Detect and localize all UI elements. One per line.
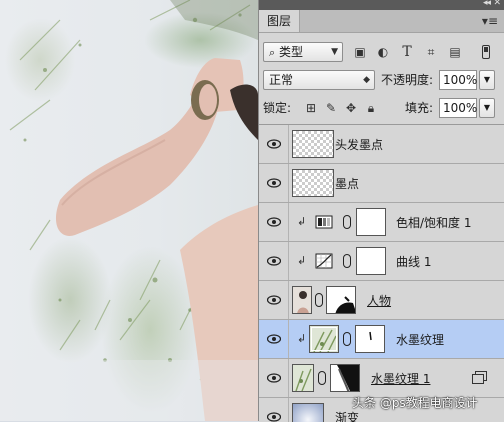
layer-row[interactable]: 人物 (259, 281, 504, 320)
panel-menu-icon[interactable]: ▾≡ (482, 14, 498, 28)
image-filter-icon[interactable]: ▣ (352, 44, 368, 60)
layer-name[interactable]: 头发墨点 (335, 136, 383, 153)
chain-link-icon[interactable] (315, 293, 323, 307)
layer-thumbnail[interactable] (292, 169, 334, 197)
layer-mask-thumbnail[interactable] (356, 208, 386, 236)
filter-toggle-switch[interactable] (482, 45, 490, 59)
visibility-toggle[interactable] (259, 203, 289, 241)
lock-all-icon[interactable]: 🔒︎ (363, 100, 379, 116)
layer-name[interactable]: 曲线 1 (396, 253, 431, 270)
fill-slider-button[interactable]: ▼ (479, 98, 495, 118)
layer-mask-thumbnail[interactable] (356, 247, 386, 275)
lock-position-icon[interactable]: ✥ (343, 100, 359, 116)
tab-layers[interactable]: 图层 (259, 10, 301, 32)
layer-row[interactable]: ↲ 色相/饱和度 1 (259, 203, 504, 242)
filter-type-label: 类型 (279, 45, 304, 59)
eye-icon (267, 334, 281, 344)
layer-mask-thumbnail[interactable] (326, 286, 356, 314)
layer-row[interactable]: ↲ 曲线 1 (259, 242, 504, 281)
opacity-slider-button[interactable]: ▼ (479, 70, 495, 90)
visibility-toggle[interactable] (259, 398, 289, 422)
eye-icon (267, 217, 281, 227)
layer-name[interactable]: 墨点 (335, 175, 359, 192)
search-icon: ⌕ (269, 46, 276, 59)
chain-link-icon[interactable] (343, 215, 351, 229)
eye-icon (267, 295, 281, 305)
layers-list: 头发墨点 墨点 ↲ 色相/饱和度 1 ↲ 曲线 1 人物 ↲ 水墨纹理 水墨纹理… (259, 124, 504, 422)
lock-image-icon[interactable]: ✎ (323, 100, 339, 116)
layer-name[interactable]: 人物 (367, 292, 391, 309)
layer-name[interactable]: 水墨纹理 (396, 331, 444, 348)
smart-object-filter-icon[interactable]: ▤ (447, 44, 463, 60)
chain-link-icon[interactable] (343, 332, 351, 346)
hue-saturation-icon[interactable] (314, 208, 334, 236)
collapse-icon[interactable]: ◂◂ (483, 0, 491, 8)
layer-row-selected[interactable]: ↲ 水墨纹理 (259, 320, 504, 359)
layer-row[interactable]: 墨点 (259, 164, 504, 203)
type-filter-icon[interactable]: T (399, 44, 415, 60)
adjustment-filter-icon[interactable]: ◐ (375, 44, 391, 60)
filter-row: ⌕ 类型 ▼ ▣ ◐ T ⌗ ▤ (259, 40, 504, 66)
visibility-toggle[interactable] (259, 125, 289, 163)
layer-thumbnail[interactable] (292, 130, 334, 158)
curves-icon[interactable] (314, 247, 334, 275)
layer-name[interactable]: 水墨纹理 1 (371, 370, 430, 387)
fill-input[interactable]: 100% (439, 98, 477, 118)
blend-mode-dropdown[interactable]: 正常 ◆ (263, 70, 375, 90)
lock-transparent-icon[interactable]: ⊞ (303, 100, 319, 116)
visibility-toggle[interactable] (259, 320, 289, 358)
lock-row: 锁定: ⊞ ✎ ✥ 🔒︎ 填充: 100% ▼ (259, 96, 504, 122)
layer-row[interactable]: 头发墨点 (259, 125, 504, 164)
visibility-toggle[interactable] (259, 164, 289, 202)
chain-link-icon[interactable] (318, 371, 326, 385)
layer-name[interactable]: 色相/饱和度 1 (396, 214, 472, 231)
eye-icon (267, 256, 281, 266)
ink-texture-thumbnail[interactable] (309, 325, 339, 353)
clipping-arrow-icon: ↲ (297, 254, 307, 267)
watermark: 头条 @ps教程电商设计 (352, 396, 478, 410)
layer-mask-thumbnail[interactable] (355, 325, 385, 353)
eye-icon (267, 373, 281, 383)
document-canvas[interactable] (0, 0, 258, 421)
visibility-toggle[interactable] (259, 242, 289, 280)
eye-icon (267, 139, 281, 149)
clipping-arrow-icon: ↲ (297, 332, 307, 345)
layer-group-icon (472, 371, 487, 384)
gradient-thumbnail[interactable] (292, 403, 324, 422)
chevron-down-icon: ◆ (363, 75, 370, 85)
eye-icon (267, 178, 281, 188)
blend-mode-value: 正常 (269, 73, 294, 87)
blend-row: 正常 ◆ 不透明度: 100% ▼ (259, 68, 504, 94)
chain-link-icon[interactable] (343, 254, 351, 268)
fill-label: 填充: (405, 101, 434, 115)
layer-row[interactable]: 水墨纹理 1 (259, 359, 504, 398)
shape-filter-icon[interactable]: ⌗ (423, 44, 439, 60)
opacity-label: 不透明度: (381, 73, 434, 87)
panel-title-strip: ◂◂ ✕ (259, 0, 504, 10)
lock-label: 锁定: (263, 101, 292, 115)
visibility-toggle[interactable] (259, 281, 289, 319)
layers-panel: ◂◂ ✕ 图层 ▾≡ ⌕ 类型 ▼ ▣ ◐ T ⌗ ▤ 正常 ◆ 不透明度: 1… (258, 0, 504, 422)
visibility-toggle[interactable] (259, 359, 289, 397)
opacity-input[interactable]: 100% (439, 70, 477, 90)
clipping-arrow-icon: ↲ (297, 215, 307, 228)
canvas-artwork (0, 0, 258, 421)
bracelet (191, 80, 219, 120)
layer-mask-thumbnail[interactable] (330, 364, 360, 392)
person-thumbnail[interactable] (292, 286, 312, 314)
filter-type-dropdown[interactable]: ⌕ 类型 ▼ (263, 42, 343, 62)
ink-texture-thumbnail[interactable] (292, 364, 314, 392)
panel-tab-bar: 图层 ▾≡ (259, 10, 504, 33)
close-icon[interactable]: ✕ (493, 0, 501, 8)
chevron-down-icon: ▼ (331, 47, 338, 57)
